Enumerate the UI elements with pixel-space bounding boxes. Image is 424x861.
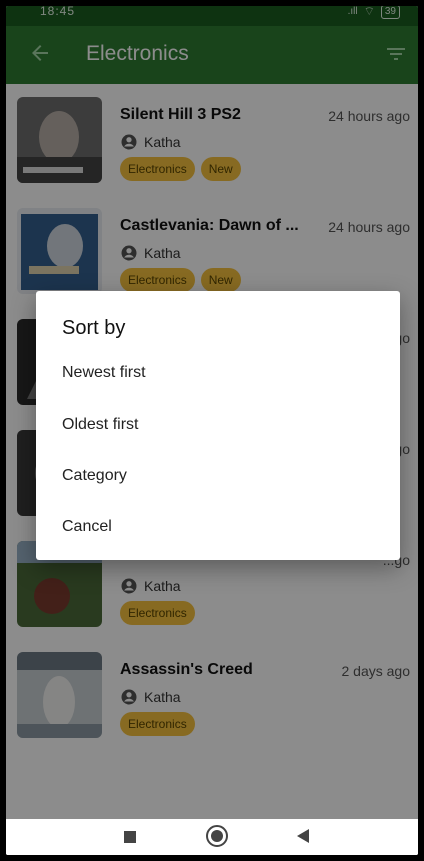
home-icon[interactable] xyxy=(206,825,228,847)
sort-dialog: Sort by Newest first Oldest first Catego… xyxy=(36,291,400,560)
dialog-title: Sort by xyxy=(62,317,126,339)
sort-option-oldest[interactable]: Oldest first xyxy=(62,410,372,440)
screen: 18:45 .ıll ⌔ 39 Electronics Silent Hill … xyxy=(6,6,418,855)
sort-option-category[interactable]: Category xyxy=(62,461,372,491)
system-back-icon[interactable] xyxy=(297,829,309,843)
system-nav-bar xyxy=(6,819,418,855)
sort-option-newest[interactable]: Newest first xyxy=(62,358,372,388)
recents-icon[interactable] xyxy=(124,831,136,843)
cancel-button[interactable]: Cancel xyxy=(62,512,372,542)
